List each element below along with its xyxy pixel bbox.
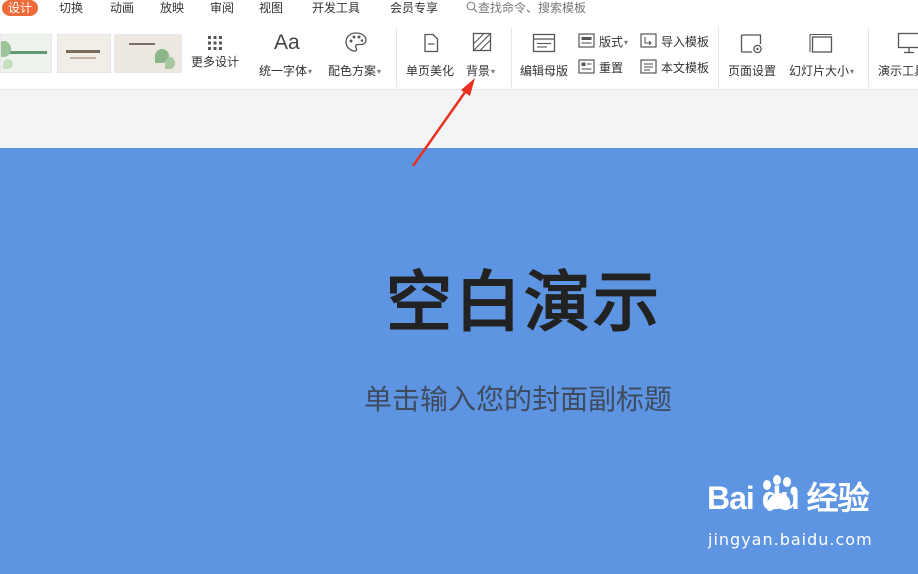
editing-area [0, 90, 918, 148]
template-thumbnail-2[interactable] [57, 34, 111, 73]
design-ribbon: 更多设计 Aa 统一字体▾ 配色方案▾ 单页美化 背景▾ 编辑母版 版式▾ 重置… [0, 17, 918, 90]
background-button[interactable]: 背景▾ [464, 31, 504, 87]
color-scheme-button[interactable]: 配色方案▾ [326, 31, 388, 87]
edit-master-button[interactable]: 编辑母版 [518, 31, 574, 87]
presentation-tools-button[interactable]: 演示工具 [876, 31, 918, 87]
slide-size-button[interactable]: 幻灯片大小▾ [787, 31, 859, 87]
tab-member-exclusive[interactable]: 会员专享 [390, 0, 438, 17]
dropdown-caret-icon: ▾ [491, 67, 496, 76]
background-label: 背景 [466, 64, 491, 78]
ribbon-divider [718, 27, 719, 87]
search-icon [466, 1, 478, 13]
import-template-label: 导入模板 [661, 35, 710, 49]
layout-icon [578, 33, 595, 48]
search-placeholder: 查找命令、搜索模板 [478, 1, 587, 15]
single-page-beautify-label: 单页美化 [406, 64, 455, 78]
font-aa-icon: Aa [274, 31, 300, 54]
watermark-text: Bai du 经验 [707, 480, 870, 516]
page-setup-icon [740, 34, 762, 54]
master-slide-icon [532, 33, 556, 53]
unify-font-label: 统一字体 [259, 64, 308, 78]
dropdown-caret-icon: ▾ [377, 67, 382, 76]
dropdown-caret-icon: ▾ [308, 67, 313, 76]
tab-review[interactable]: 审阅 [210, 0, 234, 17]
ribbon-divider [868, 27, 869, 87]
presentation-icon [897, 32, 918, 54]
tab-slideshow[interactable]: 放映 [160, 0, 184, 17]
single-page-beautify-button[interactable]: 单页美化 [404, 31, 460, 87]
color-scheme-label: 配色方案 [328, 64, 377, 78]
template-thumbnail-3[interactable] [114, 34, 182, 73]
command-search[interactable]: 查找命令、搜索模板 [466, 0, 586, 17]
baidu-jingyan-watermark: Bai du 经验 jingyan.baidu.com [705, 473, 875, 558]
tab-animation[interactable]: 动画 [110, 0, 134, 17]
watermark-url: jingyan.baidu.com [708, 530, 873, 549]
slide-size-label: 幻灯片大小 [789, 64, 850, 78]
menu-bar: 设计 切换 动画 放映 审阅 视图 开发工具 会员专享 查找命令、搜索模板 [0, 0, 918, 17]
page-icon [424, 33, 439, 53]
unify-font-button[interactable]: Aa 统一字体▾ [256, 31, 318, 87]
tab-view[interactable]: 视图 [259, 0, 283, 17]
page-setup-button[interactable]: 页面设置 [726, 31, 780, 87]
tab-transition[interactable]: 切换 [59, 0, 83, 17]
tab-developer-tools[interactable]: 开发工具 [312, 0, 360, 17]
grid-icon [208, 36, 222, 50]
palette-icon [345, 32, 367, 52]
reset-label: 重置 [599, 61, 624, 75]
this-template-label: 本文模板 [661, 61, 710, 75]
page-setup-label: 页面设置 [728, 64, 777, 78]
more-design-label: 更多设计 [191, 55, 240, 69]
reset-icon [578, 59, 595, 74]
import-template-icon [640, 33, 657, 48]
edit-master-label: 编辑母版 [520, 64, 569, 78]
dropdown-caret-icon: ▾ [850, 67, 855, 76]
template-thumbnail-1[interactable] [0, 34, 52, 73]
ribbon-divider [396, 27, 397, 87]
presentation-tools-label: 演示工具 [878, 64, 918, 78]
background-icon [472, 32, 492, 52]
ribbon-divider [511, 27, 512, 87]
tab-design[interactable]: 设计 [2, 0, 39, 16]
layout-label: 版式 [599, 35, 624, 49]
slide-size-icon [809, 33, 833, 53]
slide-subtitle-placeholder[interactable]: 单击输入您的封面副标题 [364, 386, 672, 414]
template-icon [640, 59, 657, 74]
slide-title[interactable]: 空白演示 [386, 270, 662, 336]
more-design-button[interactable]: 更多设计 [190, 31, 242, 87]
dropdown-caret-icon: ▾ [624, 38, 629, 47]
